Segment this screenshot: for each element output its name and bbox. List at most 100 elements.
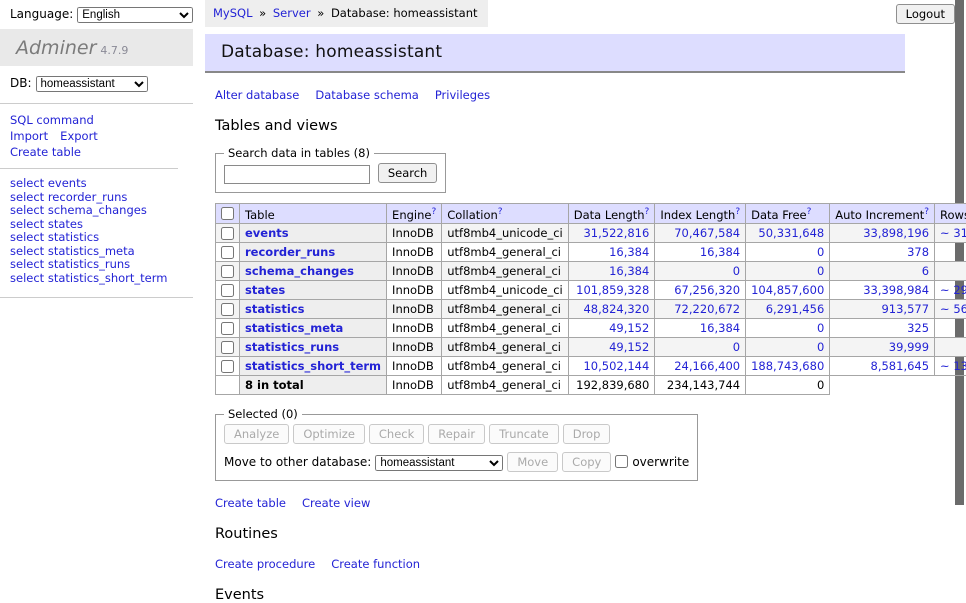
create-link[interactable]: Create view (302, 496, 370, 510)
column-help-link[interactable]: ? (924, 207, 929, 217)
auto-increment-link[interactable]: 325 (907, 321, 929, 335)
database-action-link[interactable]: Database schema (315, 88, 418, 102)
move-db-select[interactable]: homeassistant (375, 455, 503, 471)
sidebar-select-table-link[interactable]: select statistics (10, 231, 183, 245)
overwrite-checkbox[interactable] (615, 455, 628, 468)
language-select[interactable]: English (77, 7, 193, 23)
sidebar-action-link[interactable]: Export (60, 128, 98, 144)
table-link[interactable]: statistics_runs (245, 340, 339, 354)
table-link[interactable]: events (245, 226, 289, 240)
column-help-link[interactable]: ? (498, 207, 503, 217)
row-checkbox[interactable] (221, 341, 234, 354)
data-length-link[interactable]: 49,152 (609, 321, 649, 335)
rows-count-link[interactable]: ~ 299,833 (940, 283, 966, 297)
selected-action-button[interactable]: Truncate (489, 424, 559, 444)
auto-increment-link[interactable]: 39,999 (889, 340, 929, 354)
create-link[interactable]: Create table (215, 496, 286, 510)
data-free-link[interactable]: 0 (817, 245, 824, 259)
sidebar-action-link[interactable]: SQL command (10, 112, 94, 128)
auto-increment-link[interactable]: 6 (922, 264, 929, 278)
selected-action-button[interactable]: Analyze (224, 424, 289, 444)
db-select[interactable]: homeassistant (36, 76, 148, 92)
sidebar-action-link[interactable]: Import (10, 128, 48, 144)
data-length-link[interactable]: 101,859,328 (576, 283, 649, 297)
table-link[interactable]: recorder_runs (245, 245, 335, 259)
row-checkbox[interactable] (221, 303, 234, 316)
data-free-link[interactable]: 50,331,648 (758, 226, 824, 240)
search-button[interactable]: Search (378, 163, 438, 183)
column-help-link[interactable]: ? (645, 207, 650, 217)
column-header-label: Data Length (574, 207, 645, 221)
app-version[interactable]: 4.7.9 (100, 44, 128, 57)
data-free-link[interactable]: 6,291,456 (766, 302, 825, 316)
rows-count-link[interactable]: ~ 569,159 (940, 302, 966, 316)
index-length-link[interactable]: 16,384 (700, 321, 740, 335)
row-checkbox[interactable] (221, 227, 234, 240)
sidebar-select-table-link[interactable]: select statistics_runs (10, 258, 183, 272)
routine-create-link[interactable]: Create function (331, 557, 420, 571)
table-link[interactable]: statistics (245, 302, 305, 316)
sidebar-select-table-link[interactable]: select states (10, 218, 183, 232)
breadcrumb-server-link[interactable]: Server (273, 6, 311, 20)
data-length-link[interactable]: 10,502,144 (583, 359, 649, 373)
selected-action-button[interactable]: Repair (428, 424, 485, 444)
breadcrumb-mysql-link[interactable]: MySQL (213, 6, 253, 20)
database-action-link[interactable]: Privileges (435, 88, 490, 102)
table-link[interactable]: statistics_meta (245, 321, 343, 335)
index-length-link[interactable]: 72,220,672 (674, 302, 740, 316)
auto-increment-link[interactable]: 33,398,984 (863, 283, 929, 297)
data-free-link[interactable]: 104,857,600 (751, 283, 824, 297)
data-length-link[interactable]: 31,522,816 (583, 226, 649, 240)
column-help-link[interactable]: ? (431, 207, 436, 217)
data-free-link[interactable]: 0 (817, 321, 824, 335)
sidebar-select-table-link[interactable]: select recorder_runs (10, 191, 183, 205)
selected-action-button[interactable]: Check (369, 424, 424, 444)
data-free-link[interactable]: 0 (817, 340, 824, 354)
copy-button[interactable]: Copy (562, 452, 611, 472)
selected-action-button[interactable]: Drop (563, 424, 611, 444)
select-all-checkbox[interactable] (221, 207, 234, 220)
row-checkbox[interactable] (221, 246, 234, 259)
column-help-link[interactable]: ? (735, 207, 740, 217)
overwrite-label[interactable]: overwrite (632, 455, 689, 469)
sidebar-select-table-link[interactable]: select schema_changes (10, 204, 183, 218)
index-length-link[interactable]: 0 (733, 340, 740, 354)
table-link[interactable]: statistics_short_term (245, 359, 381, 373)
data-length-link[interactable]: 49,152 (609, 340, 649, 354)
row-checkbox[interactable] (221, 284, 234, 297)
rows-count-link[interactable]: ~ 312,180 (940, 226, 966, 240)
row-checkbox[interactable] (221, 265, 234, 278)
routine-create-link[interactable]: Create procedure (215, 557, 315, 571)
auto-increment-link[interactable]: 378 (907, 245, 929, 259)
index-length-link[interactable]: 67,256,320 (674, 283, 740, 297)
data-length-link[interactable]: 16,384 (609, 245, 649, 259)
sidebar-select-table-link[interactable]: select events (10, 177, 183, 191)
row-checkbox[interactable] (221, 360, 234, 373)
search-input[interactable] (224, 165, 370, 184)
column-help-link[interactable]: ? (807, 207, 812, 217)
table-link[interactable]: states (245, 283, 285, 297)
database-action-link[interactable]: Alter database (215, 88, 299, 102)
index-length-link[interactable]: 16,384 (700, 245, 740, 259)
auto-increment-link[interactable]: 913,577 (881, 302, 929, 316)
auto-increment-link[interactable]: 33,898,196 (863, 226, 929, 240)
data-free-link[interactable]: 188,743,680 (751, 359, 824, 373)
search-fieldset: Search data in tables (8) Search (215, 146, 446, 193)
auto-increment-link[interactable]: 8,581,645 (871, 359, 930, 373)
index-length-link[interactable]: 70,467,584 (674, 226, 740, 240)
data-length-link[interactable]: 16,384 (609, 264, 649, 278)
sidebar-select-table-link[interactable]: select statistics_short_term (10, 272, 183, 286)
sidebar-action-link[interactable]: Create table (10, 144, 81, 160)
index-length-link[interactable]: 0 (733, 264, 740, 278)
selected-action-button[interactable]: Optimize (293, 424, 365, 444)
rows-count-link[interactable]: ~ 136,108 (940, 359, 966, 373)
sidebar-select-table-link[interactable]: select statistics_meta (10, 245, 183, 259)
tables-heading: Tables and views (215, 118, 905, 134)
move-button[interactable]: Move (507, 452, 558, 472)
data-free-link[interactable]: 0 (817, 264, 824, 278)
table-link[interactable]: schema_changes (245, 264, 354, 278)
data-length-link[interactable]: 48,824,320 (583, 302, 649, 316)
index-length-link[interactable]: 24,166,400 (674, 359, 740, 373)
row-checkbox[interactable] (221, 322, 234, 335)
total-index-length: 234,143,744 (655, 376, 746, 395)
